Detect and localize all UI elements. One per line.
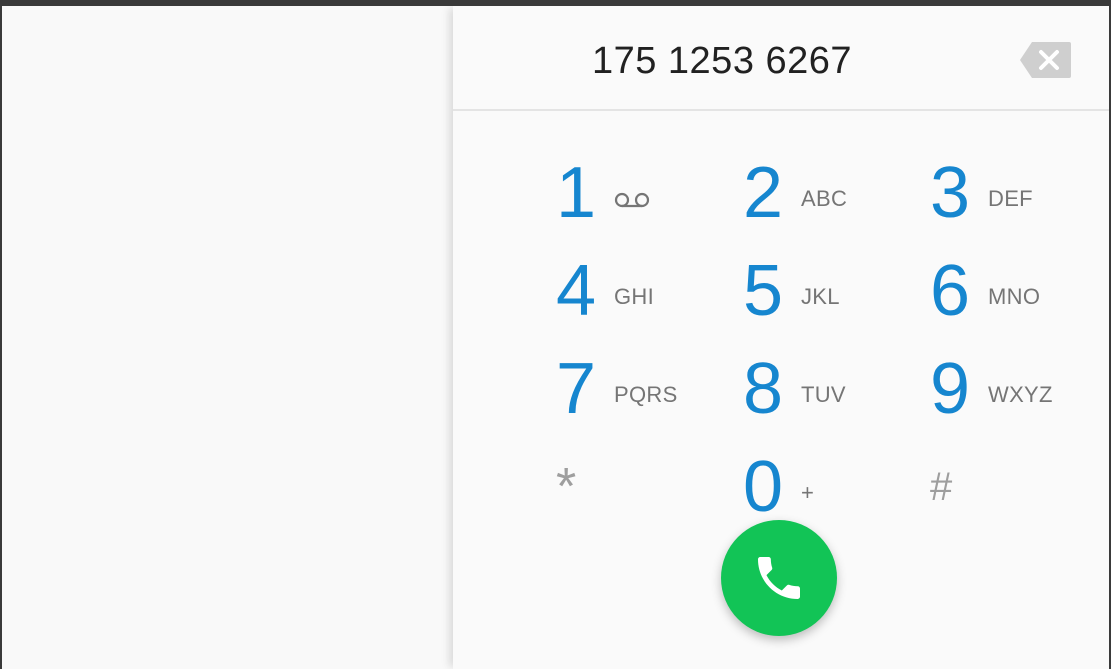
dialpad-panel: 175 1253 6267 1 2 ABC 3 DEF 4 GHI 5 JKL … [453,6,1109,669]
key-7[interactable]: 7 PQRS [556,348,706,430]
key-letters: ABC [801,186,848,211]
voicemail-icon [614,192,650,208]
key-letters: TUV [801,382,846,407]
key-8[interactable]: 8 TUV [743,348,893,430]
key-letters: MNO [988,284,1041,309]
key-digit: 5 [743,251,784,331]
key-2[interactable]: 2 ABC [743,152,893,234]
key-digit: 3 [930,153,971,233]
key-6[interactable]: 6 MNO [930,250,1080,332]
app-window: 175 1253 6267 1 2 ABC 3 DEF 4 GHI 5 JKL … [2,6,1109,669]
key-digit: 9 [930,349,971,429]
key-digit: 8 [743,349,784,429]
key-star[interactable]: * [556,446,706,528]
key-1[interactable]: 1 [556,152,706,234]
key-digit: 2 [743,153,784,233]
key-digit: 6 [930,251,971,331]
key-0[interactable]: 0 + [743,446,893,528]
key-symbol: # [930,465,953,509]
key-letters: JKL [801,284,840,309]
key-9[interactable]: 9 WXYZ [930,348,1080,430]
key-letters: PQRS [614,382,678,407]
key-symbol: * [556,458,577,516]
key-letters: GHI [614,284,655,309]
key-3[interactable]: 3 DEF [930,152,1080,234]
call-button[interactable] [721,520,837,636]
key-digit: 0 [743,447,784,527]
key-pound[interactable]: # [930,446,1080,528]
phone-icon [758,557,800,599]
key-digit: 4 [556,251,597,331]
key-letters: DEF [988,186,1033,211]
key-5[interactable]: 5 JKL [743,250,893,332]
key-digit: 1 [556,153,597,233]
left-empty-pane [2,6,453,669]
key-digit: 7 [556,349,597,429]
key-letters: WXYZ [988,382,1053,407]
key-4[interactable]: 4 GHI [556,250,706,332]
key-letters: + [801,480,815,505]
